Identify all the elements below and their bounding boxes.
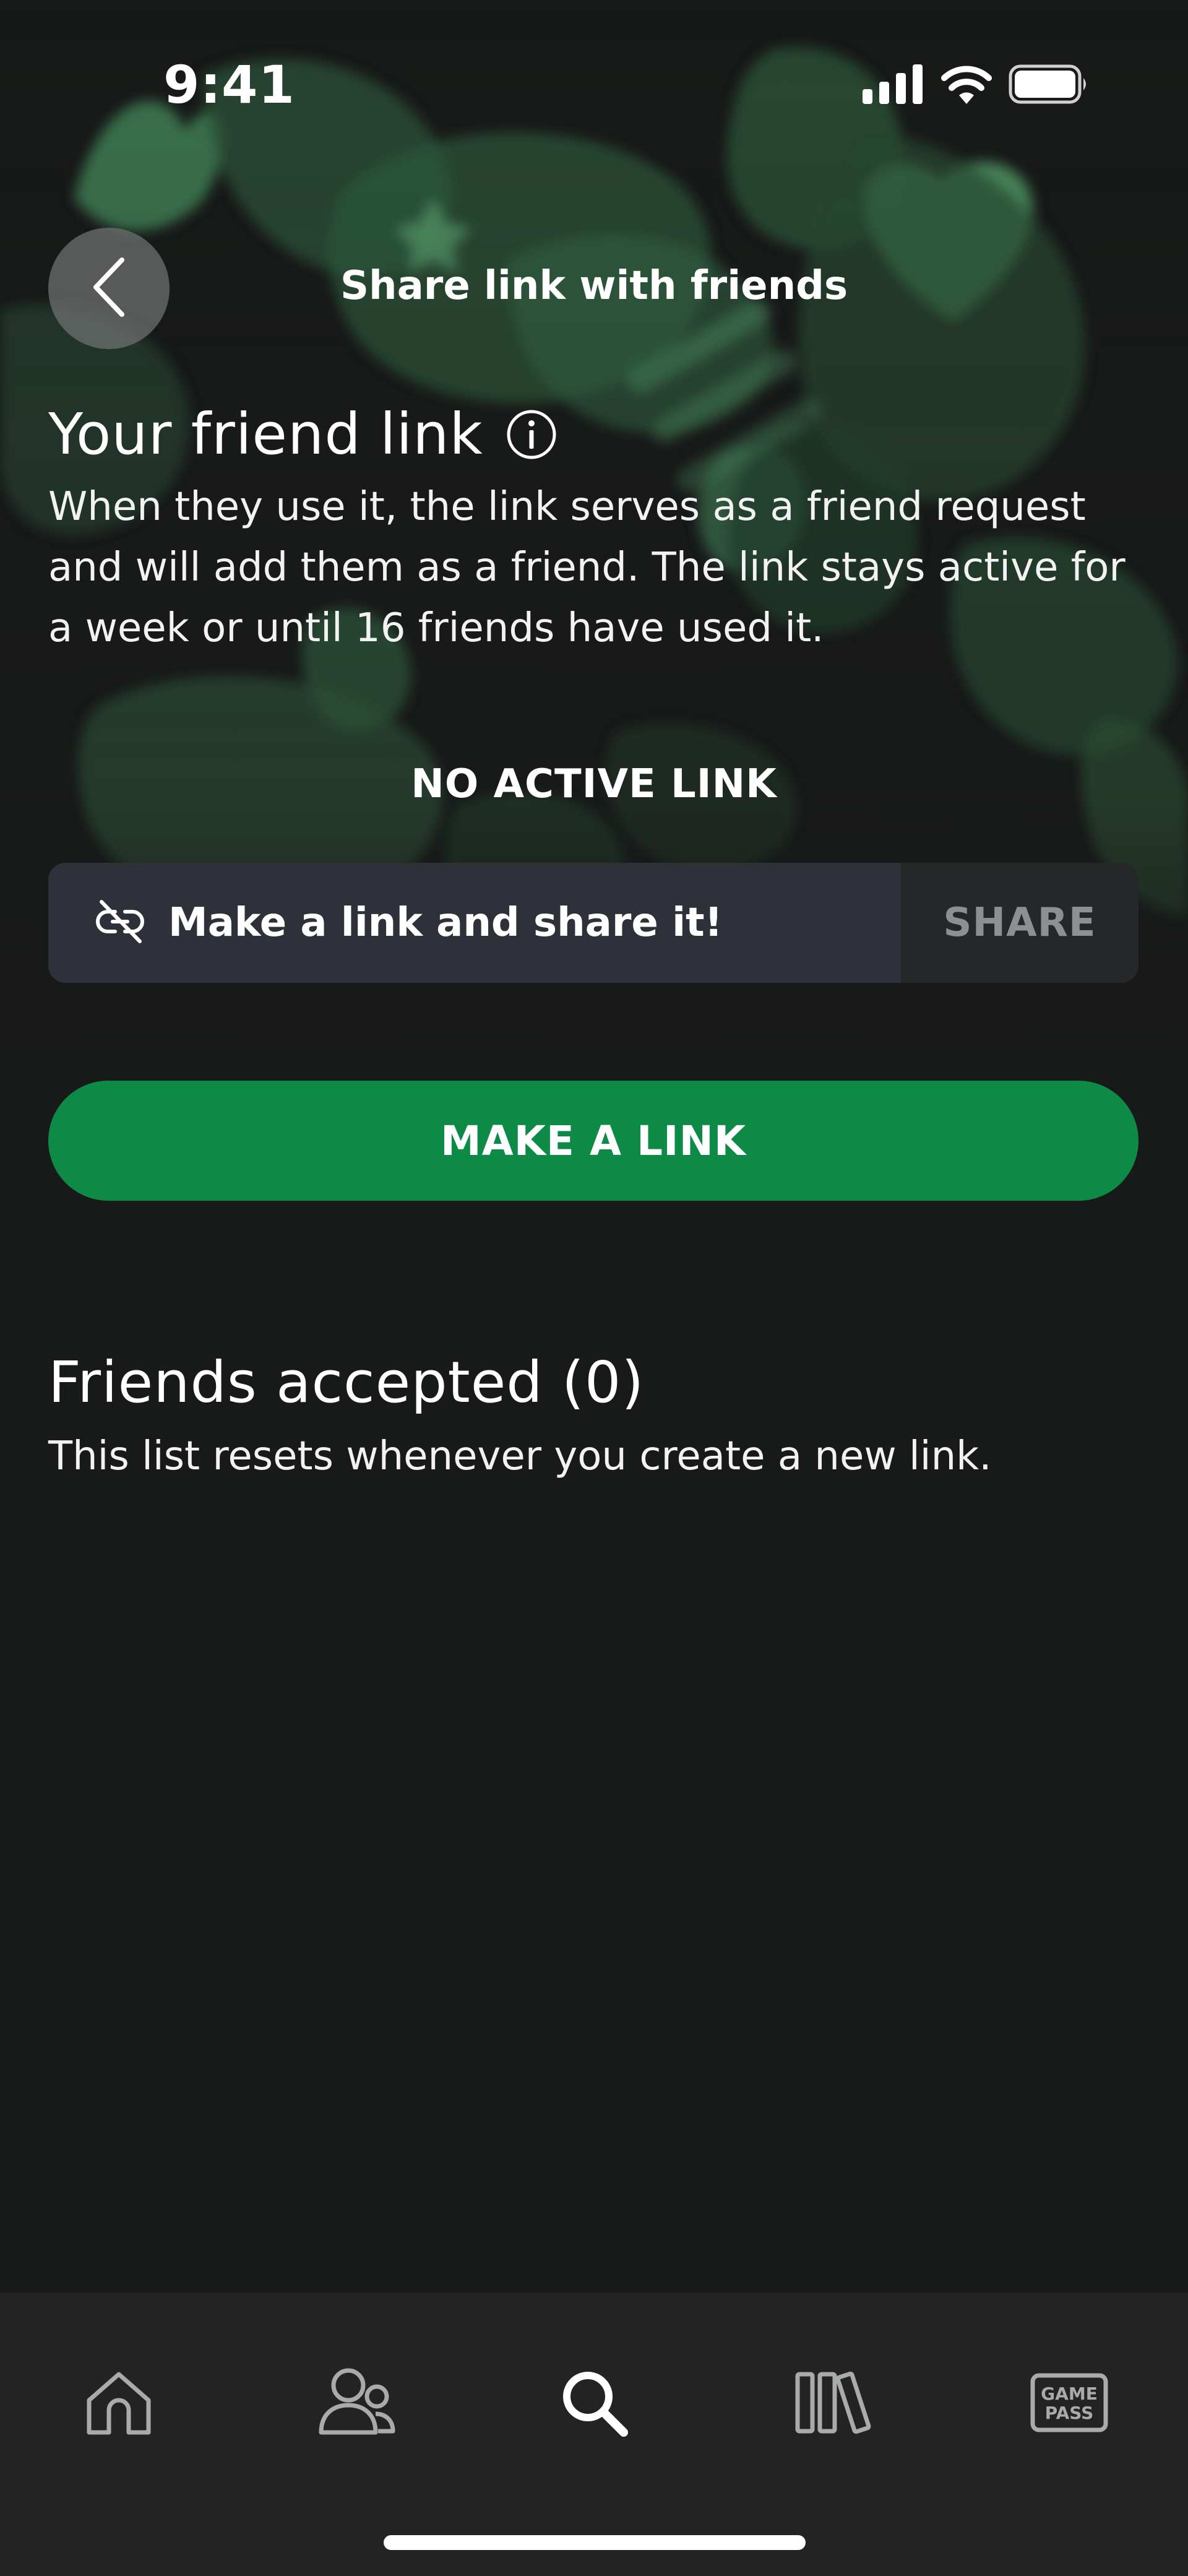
game-pass-icon: GAME PASS [1029,2372,1109,2436]
game-pass-label-line2: PASS [1045,2403,1094,2423]
nav-home[interactable] [57,2354,181,2453]
status-icons [863,64,1089,106]
friends-accepted-note: This list resets whenever you create a n… [48,1433,992,1479]
broken-link-icon [94,896,146,950]
wifi-icon [940,64,992,106]
nav-library[interactable] [770,2354,893,2453]
link-field-box: Make a link and share it! SHARE [48,863,1138,983]
game-pass-label-line1: GAME [1041,2384,1098,2404]
page-title: Share link with friends [340,263,848,309]
friend-link-title: Your friend link [48,401,483,467]
info-icon[interactable] [506,408,557,460]
search-icon [557,2366,631,2442]
nav-search[interactable] [532,2354,656,2453]
status-time: 9:41 [163,54,295,115]
nav-game-pass[interactable]: GAME PASS [1007,2354,1131,2453]
bottom-nav: GAME PASS [0,2293,1188,2576]
share-button[interactable]: SHARE [901,863,1138,983]
friend-link-description: When they use it, the link serves as a f… [48,484,1126,651]
signal-icon [863,64,924,106]
home-icon [82,2366,156,2442]
library-icon [791,2366,872,2442]
nav-friends[interactable] [295,2354,418,2453]
friends-accepted-title: Friends accepted (0) [48,1349,645,1416]
link-field-text: Make a link and share it! [168,900,723,946]
friend-link-heading: Your friend link [48,401,557,467]
make-link-button[interactable]: MAKE A LINK [48,1081,1138,1201]
link-status: NO ACTIVE LINK [411,761,777,807]
battery-icon [1009,64,1089,106]
link-field: Make a link and share it! [48,863,901,983]
home-indicator[interactable] [384,2535,806,2550]
friends-icon [316,2366,397,2442]
